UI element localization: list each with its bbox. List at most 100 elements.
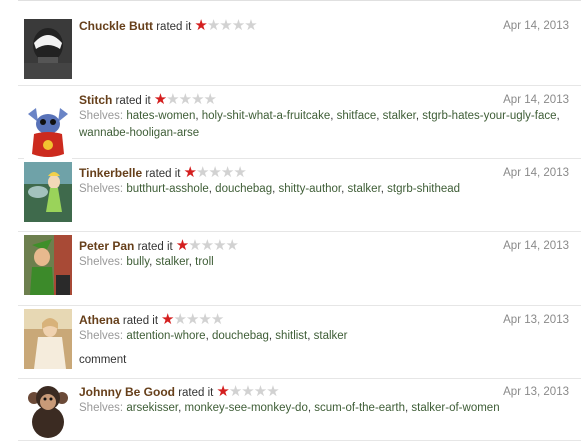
rated-it-text: rated it <box>145 168 181 180</box>
star-empty-icon: ★ <box>173 311 187 328</box>
star-rating: ★★★★★ <box>175 237 239 254</box>
shelf-link[interactable]: arsekisser <box>126 402 178 414</box>
shelves-label: Shelves: <box>79 256 124 268</box>
star-empty-icon: ★ <box>185 311 199 328</box>
review-item: Tinkerbelle rated it ★★★★★ Shelves: butthu… <box>18 158 581 232</box>
review-date[interactable]: Apr 14, 2013 <box>503 20 569 32</box>
review-date[interactable]: Apr 14, 2013 <box>503 240 569 252</box>
star-empty-icon: ★ <box>178 91 192 108</box>
review-item: Chuckle Butt rated it ★★★★★ Apr 14, 2013 <box>18 4 581 86</box>
rated-it-text: rated it <box>115 95 151 107</box>
review-date[interactable]: Apr 13, 2013 <box>503 386 569 398</box>
shelves-list: Shelves: attention-whore, douchebag, shi… <box>79 330 348 342</box>
star-empty-icon: ★ <box>198 311 211 328</box>
athena-avatar[interactable] <box>24 309 72 371</box>
star-empty-icon: ★ <box>228 383 242 400</box>
star-empty-icon: ★ <box>219 17 232 34</box>
shelves-list: Shelves: hates-women, holy-shit-what-a-f… <box>79 110 560 139</box>
shelf-link[interactable]: holy-shit-what-a-fruitcake <box>202 110 330 122</box>
star-empty-icon: ★ <box>233 164 246 181</box>
star-filled-icon: ★ <box>183 164 197 181</box>
star-rating: ★★★★★ <box>161 311 224 328</box>
stitch-avatar[interactable] <box>24 100 72 162</box>
shelf-link[interactable]: stalker <box>156 256 189 268</box>
star-empty-icon: ★ <box>231 17 245 34</box>
user-name-link[interactable]: Peter Pan <box>79 239 134 253</box>
rated-it-text: rated it <box>156 21 192 33</box>
shelf-link[interactable]: shitty-author <box>278 183 341 195</box>
star-rating: ★★★★★ <box>183 164 247 181</box>
review-item: Peter Pan rated it ★★★★★ Shelves: bully, s… <box>18 231 581 306</box>
star-empty-icon: ★ <box>208 164 221 181</box>
shelf-link[interactable]: bully <box>126 256 149 268</box>
shelf-link[interactable]: stalker <box>348 183 381 195</box>
review-item: Johnny Be Good rated it ★★★★★ Shelves: ars… <box>18 378 581 441</box>
review-item: Stitch rated it ★★★★★ Shelves: hates-women… <box>18 85 581 162</box>
star-filled-icon: ★ <box>175 237 189 254</box>
star-empty-icon: ★ <box>244 17 257 34</box>
star-filled-icon: ★ <box>194 17 207 34</box>
user-name-link[interactable]: Tinkerbelle <box>79 166 142 180</box>
star-empty-icon: ★ <box>213 237 226 254</box>
user-name-link[interactable]: Stitch <box>79 93 112 107</box>
hooded-figure-avatar[interactable] <box>24 19 72 81</box>
star-filled-icon: ★ <box>161 311 174 328</box>
star-empty-icon: ★ <box>195 164 209 181</box>
shelf-link[interactable]: attention-whore <box>126 330 205 342</box>
star-empty-icon: ★ <box>203 91 217 108</box>
star-empty-icon: ★ <box>225 237 239 254</box>
star-rating: ★★★★★ <box>153 91 217 108</box>
shelf-link[interactable]: stgrb-hates-your-ugly-face <box>422 110 556 122</box>
rated-it-text: rated it <box>122 315 159 327</box>
comment-link[interactable]: comment <box>79 354 581 366</box>
star-rating: ★★★★★ <box>216 383 279 400</box>
shelf-link[interactable]: butthurt-asshole <box>126 183 208 195</box>
star-empty-icon: ★ <box>253 383 267 400</box>
shelf-link[interactable]: monkey-see-monkey-do <box>184 402 307 414</box>
user-name-link[interactable]: Athena <box>79 313 120 327</box>
shelf-link[interactable]: wannabe-hooligan-arse <box>79 127 199 139</box>
star-empty-icon: ★ <box>266 383 279 400</box>
rated-it-text: rated it <box>178 387 214 399</box>
shelf-link[interactable]: stalker-of-women <box>411 402 499 414</box>
star-empty-icon: ★ <box>188 237 201 254</box>
user-name-link[interactable]: Johnny Be Good <box>79 385 175 399</box>
star-empty-icon: ★ <box>210 311 224 328</box>
star-empty-icon: ★ <box>241 383 254 400</box>
shelf-link[interactable]: hates-women <box>126 110 195 122</box>
star-filled-icon: ★ <box>216 383 229 400</box>
shelf-link[interactable]: troll <box>195 256 214 268</box>
shelf-link[interactable]: stalker <box>383 110 416 122</box>
shelves-list: Shelves: bully, stalker, troll <box>79 256 214 268</box>
tinkerbell-avatar[interactable] <box>24 162 72 224</box>
review-item: Athena rated it ★★★★★ Shelves: attention-w… <box>18 305 581 379</box>
shelf-link[interactable]: stgrb-shithead <box>387 183 460 195</box>
star-empty-icon: ★ <box>206 17 220 34</box>
shelf-link[interactable]: shitlist <box>275 330 307 342</box>
top-divider <box>18 0 581 1</box>
shelves-list: Shelves: arsekisser, monkey-see-monkey-d… <box>79 402 500 414</box>
shelves-label: Shelves: <box>79 183 124 195</box>
shelf-link[interactable]: douchebag <box>215 183 272 195</box>
shelf-link[interactable]: scum-of-the-earth <box>314 402 405 414</box>
shelf-link[interactable]: shitface <box>337 110 377 122</box>
star-empty-icon: ★ <box>191 91 204 108</box>
user-name-link[interactable]: Chuckle Butt <box>79 19 153 33</box>
shelves-label: Shelves: <box>79 402 124 414</box>
shelves-label: Shelves: <box>79 330 124 342</box>
rated-it-text: rated it <box>137 241 173 253</box>
review-date[interactable]: Apr 13, 2013 <box>503 314 569 326</box>
shelves-list: Shelves: butthurt-asshole, douchebag, sh… <box>79 183 461 195</box>
shelves-label: Shelves: <box>79 110 124 122</box>
shelf-link[interactable]: douchebag <box>212 330 269 342</box>
monkey-avatar[interactable] <box>24 380 72 442</box>
review-date[interactable]: Apr 14, 2013 <box>503 94 569 106</box>
shelf-link[interactable]: stalker <box>314 330 348 342</box>
star-rating: ★★★★★ <box>194 17 257 34</box>
peter-pan-avatar[interactable] <box>24 235 72 297</box>
star-filled-icon: ★ <box>153 91 167 108</box>
star-empty-icon: ★ <box>200 237 214 254</box>
star-empty-icon: ★ <box>220 164 234 181</box>
review-date[interactable]: Apr 14, 2013 <box>503 167 569 179</box>
star-empty-icon: ★ <box>166 91 179 108</box>
